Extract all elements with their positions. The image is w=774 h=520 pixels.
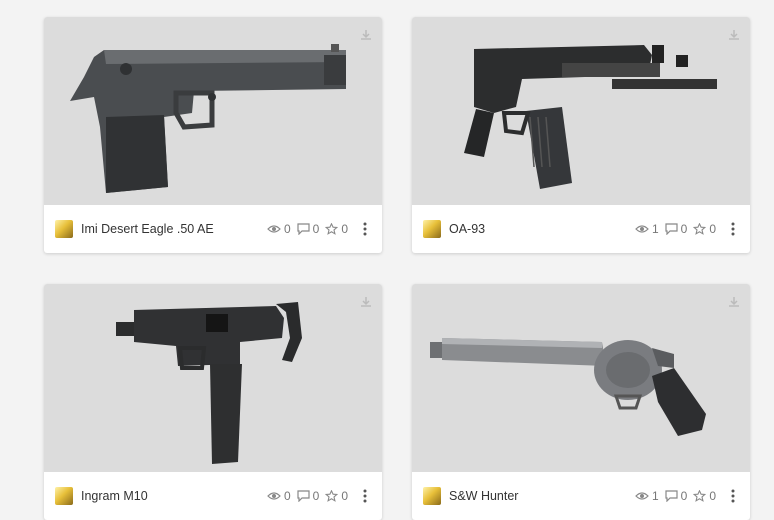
download-icon[interactable] bbox=[726, 27, 742, 43]
author-avatar[interactable] bbox=[55, 487, 73, 505]
more-options-button[interactable] bbox=[358, 220, 372, 238]
views-stat: 1 bbox=[635, 222, 659, 236]
eye-icon bbox=[267, 492, 281, 500]
eye-icon bbox=[635, 492, 649, 500]
card-footer: Imi Desert Eagle .50 AE 0 0 0 bbox=[44, 205, 382, 253]
author-avatar[interactable] bbox=[423, 487, 441, 505]
views-count: 0 bbox=[283, 222, 291, 236]
likes-stat[interactable]: 0 bbox=[693, 222, 716, 236]
card-footer: S&W Hunter 1 0 0 bbox=[412, 472, 750, 520]
model-title[interactable]: Imi Desert Eagle .50 AE bbox=[81, 222, 261, 236]
comment-icon bbox=[665, 490, 678, 502]
download-icon[interactable] bbox=[726, 294, 742, 310]
views-stat: 0 bbox=[267, 222, 291, 236]
oa93-image bbox=[464, 45, 717, 189]
author-avatar[interactable] bbox=[55, 220, 73, 238]
model-card[interactable]: OA-93 1 0 0 bbox=[412, 17, 750, 253]
eye-icon bbox=[267, 225, 281, 233]
more-options-button[interactable] bbox=[726, 487, 740, 505]
comments-stat: 0 bbox=[665, 222, 688, 236]
desert-eagle-image bbox=[70, 44, 346, 193]
card-footer: Ingram M10 0 0 0 bbox=[44, 472, 382, 520]
more-options-button[interactable] bbox=[726, 220, 740, 238]
likes-stat[interactable]: 0 bbox=[325, 222, 348, 236]
ingram-m10-image bbox=[116, 302, 302, 464]
star-icon[interactable] bbox=[693, 490, 707, 502]
more-vertical-icon[interactable] bbox=[731, 222, 735, 236]
model-thumbnail[interactable] bbox=[412, 17, 750, 205]
download-icon[interactable] bbox=[358, 27, 374, 43]
views-count: 1 bbox=[651, 222, 659, 236]
comment-icon bbox=[665, 223, 678, 235]
model-title[interactable]: OA-93 bbox=[449, 222, 629, 236]
download-icon[interactable] bbox=[358, 294, 374, 310]
model-thumbnail[interactable] bbox=[44, 284, 382, 472]
star-icon[interactable] bbox=[325, 490, 339, 502]
card-footer: OA-93 1 0 0 bbox=[412, 205, 750, 253]
comment-icon bbox=[297, 490, 310, 502]
model-stats: 0 0 0 bbox=[261, 222, 348, 236]
comments-stat: 0 bbox=[297, 222, 320, 236]
comments-count: 0 bbox=[312, 222, 320, 236]
more-options-button[interactable] bbox=[358, 487, 372, 505]
likes-count: 0 bbox=[709, 222, 716, 236]
sw-hunter-image bbox=[430, 338, 706, 436]
star-icon[interactable] bbox=[325, 223, 339, 235]
model-card[interactable]: S&W Hunter 1 0 0 bbox=[412, 284, 750, 520]
model-card[interactable]: Imi Desert Eagle .50 AE 0 0 0 bbox=[44, 17, 382, 253]
likes-count: 0 bbox=[341, 222, 348, 236]
eye-icon bbox=[635, 225, 649, 233]
model-stats: 1 0 0 bbox=[629, 222, 716, 236]
model-card[interactable]: Ingram M10 0 0 0 bbox=[44, 284, 382, 520]
comment-icon bbox=[297, 223, 310, 235]
model-thumbnail[interactable] bbox=[412, 284, 750, 472]
author-avatar[interactable] bbox=[423, 220, 441, 238]
comments-count: 0 bbox=[680, 222, 688, 236]
model-thumbnail[interactable] bbox=[44, 17, 382, 205]
star-icon[interactable] bbox=[693, 223, 707, 235]
more-vertical-icon[interactable] bbox=[363, 222, 367, 236]
